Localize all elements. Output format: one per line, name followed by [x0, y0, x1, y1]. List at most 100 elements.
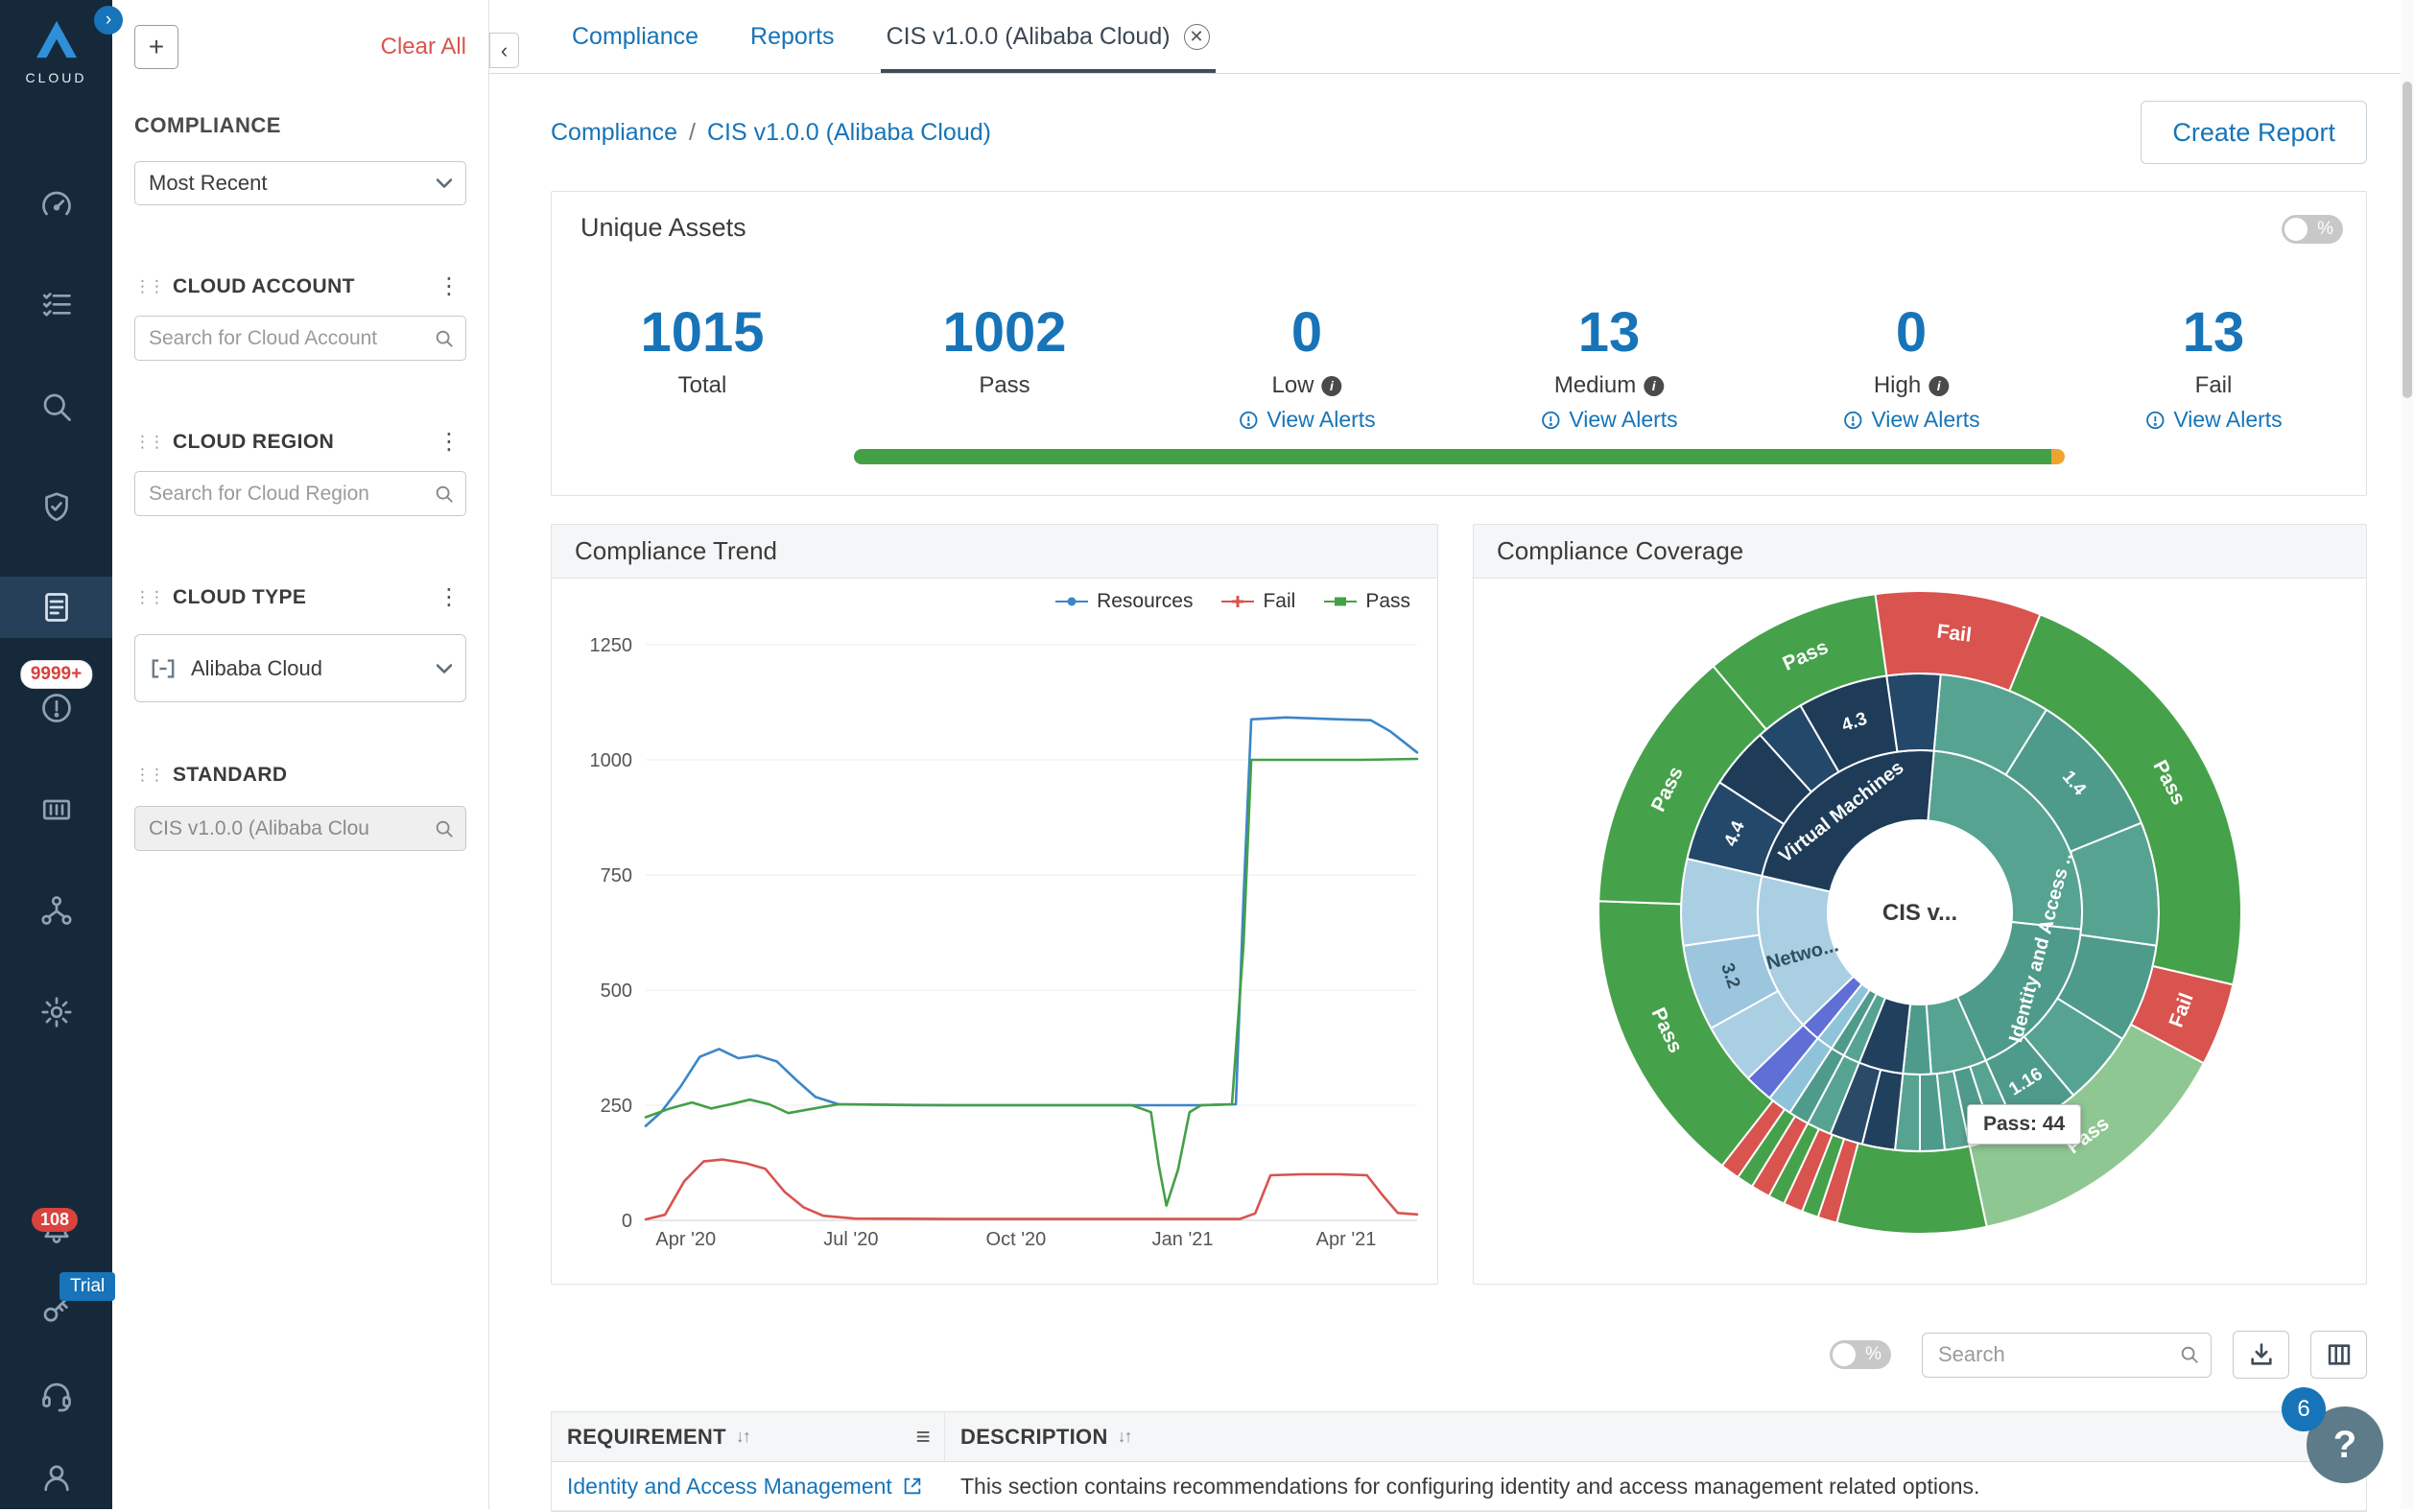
svg-text:CIS v...: CIS v...: [1882, 900, 1957, 926]
stat-value: 13: [2144, 305, 2282, 361]
unique-assets-card: Unique Assets % 1015 Total 1002 Pass 0 L…: [551, 191, 2367, 496]
svg-text:0: 0: [622, 1211, 632, 1232]
view-alerts-link[interactable]: View Alerts: [1238, 407, 1375, 433]
percent-toggle[interactable]: %: [2282, 215, 2343, 244]
drag-handle-icon[interactable]: ⋮⋮: [134, 588, 163, 607]
svg-text:750: 750: [601, 865, 632, 886]
stat-label: Fail: [2195, 372, 2233, 399]
coverage-sunburst-chart[interactable]: 1.41.163.24.44.3FailPassFailPassPassPass…: [1474, 579, 2366, 1285]
svg-text:250: 250: [601, 1096, 632, 1117]
stat-label: Total: [678, 372, 727, 399]
sidebar-item-security[interactable]: [0, 477, 112, 538]
headset-icon: [39, 1379, 74, 1413]
stat-label: Pass: [979, 372, 1030, 399]
breadcrumb-root[interactable]: Compliance: [551, 119, 677, 147]
stat-total: 1015 Total: [640, 305, 764, 399]
sidebar: CLOUD 9999+: [0, 0, 112, 1509]
standard-filter-input[interactable]: [134, 806, 466, 851]
column-menu-icon[interactable]: ≡: [916, 1422, 931, 1452]
sidebar-item-dashboard[interactable]: [0, 175, 112, 236]
gear-icon: [39, 995, 74, 1029]
alert-circle-icon: [1540, 410, 1561, 431]
notification-count-badge: 108: [32, 1208, 78, 1232]
kebab-menu-icon[interactable]: ⋮: [432, 428, 466, 456]
add-filter-button[interactable]: +: [134, 25, 178, 69]
filter-panel: + Clear All COMPLIANCE Most Recent ⋮⋮ CL…: [112, 0, 489, 1509]
compliance-doc-icon: [39, 590, 74, 625]
logo-icon: [35, 19, 79, 59]
stat-pass: 1002 Pass: [942, 305, 1066, 399]
view-alerts-link[interactable]: View Alerts: [1842, 407, 1979, 433]
column-header-requirement[interactable]: REQUIREMENT↓↑ ≡: [552, 1412, 945, 1461]
compliance-trend-card: Compliance Trend ResourcesFailPass 02505…: [551, 524, 1438, 1285]
download-button[interactable]: [2233, 1331, 2289, 1379]
cloud-type-select[interactable]: Alibaba Cloud: [134, 634, 466, 702]
expand-handle-icon[interactable]: ›: [94, 6, 123, 35]
info-icon[interactable]: i: [1644, 376, 1664, 396]
clear-all-link[interactable]: Clear All: [381, 34, 466, 60]
breadcrumb-current[interactable]: CIS v1.0.0 (Alibaba Cloud): [707, 119, 991, 147]
svg-text:1250: 1250: [590, 635, 633, 656]
kebab-menu-icon[interactable]: ⋮: [432, 583, 466, 611]
sidebar-item-network[interactable]: [0, 880, 112, 941]
sidebar-item-compliance[interactable]: [0, 577, 112, 638]
search-icon: [434, 484, 455, 505]
sort-icon[interactable]: ↓↑: [1118, 1427, 1131, 1447]
columns-icon: [2326, 1341, 2353, 1368]
svg-text:Fail: Fail: [1935, 621, 1973, 647]
scrollbar-thumb[interactable]: [2402, 82, 2412, 398]
sidebar-item-settings[interactable]: [0, 981, 112, 1043]
drag-handle-icon[interactable]: ⋮⋮: [134, 277, 163, 296]
sidebar-item-checklist[interactable]: [0, 273, 112, 335]
main-content: Compliance Reports CIS v1.0.0 (Alibaba C…: [489, 0, 2414, 1509]
progress-fail: [2051, 449, 2065, 464]
cloud-account-search-input[interactable]: [134, 316, 466, 361]
column-header-description[interactable]: DESCRIPTION↓↑: [945, 1412, 2366, 1461]
table-controls: %: [551, 1330, 2367, 1380]
sidebar-item-search[interactable]: [0, 376, 112, 437]
kebab-menu-icon[interactable]: ⋮: [432, 272, 466, 300]
drag-handle-icon[interactable]: ⋮⋮: [134, 433, 163, 452]
sort-select[interactable]: Most Recent: [134, 161, 466, 205]
svg-text:Jul '20: Jul '20: [823, 1229, 878, 1250]
stat-value: 1002: [942, 305, 1066, 361]
chevron-down-icon: [437, 178, 452, 188]
create-report-button[interactable]: Create Report: [2141, 101, 2367, 164]
filter-section-label: CLOUD TYPE: [173, 586, 432, 609]
card-title: Compliance Trend: [552, 525, 1437, 579]
view-alerts-link[interactable]: View Alerts: [1540, 407, 1677, 433]
columns-button[interactable]: [2310, 1331, 2367, 1379]
scrollbar[interactable]: [2401, 0, 2414, 1509]
table-search-input[interactable]: [1922, 1333, 2212, 1378]
app-logo[interactable]: CLOUD: [0, 19, 112, 85]
stat-value: 1015: [640, 305, 764, 361]
sidebar-item-profile[interactable]: [0, 1447, 112, 1508]
table-row: Identity and Access Management This sect…: [552, 1462, 2366, 1511]
search-icon: [39, 390, 74, 424]
filter-section-label: CLOUD REGION: [173, 431, 432, 454]
stat-label: Low: [1271, 372, 1314, 399]
sidebar-item-containers[interactable]: [0, 779, 112, 840]
alibaba-cloud-icon: [149, 657, 178, 680]
search-icon: [434, 328, 455, 349]
info-icon[interactable]: i: [1929, 376, 1949, 396]
info-icon[interactable]: i: [1322, 376, 1342, 396]
cloud-region-search-input[interactable]: [134, 471, 466, 516]
checklist-icon: [39, 287, 74, 321]
drag-handle-icon[interactable]: ⋮⋮: [134, 766, 163, 785]
table-percent-toggle[interactable]: %: [1830, 1340, 1891, 1369]
gauge-icon: [39, 188, 74, 223]
filter-section-cloud-type: ⋮⋮ CLOUD TYPE ⋮ Alibaba Cloud: [134, 583, 466, 702]
requirements-table: REQUIREMENT↓↑ ≡ DESCRIPTION↓↑ Identity a…: [551, 1411, 2367, 1512]
view-alerts-link[interactable]: View Alerts: [2144, 407, 2282, 433]
stat-value: 13: [1540, 305, 1677, 361]
unique-assets-title: Unique Assets: [580, 213, 746, 243]
sort-icon[interactable]: ↓↑: [736, 1427, 749, 1447]
collapse-panel-button[interactable]: ‹: [489, 33, 519, 68]
requirement-link[interactable]: Identity and Access Management: [567, 1474, 923, 1500]
table-header-row: REQUIREMENT↓↑ ≡ DESCRIPTION↓↑: [552, 1412, 2366, 1462]
toggle-knob: [1833, 1343, 1856, 1366]
sidebar-item-support[interactable]: [0, 1365, 112, 1427]
external-link-icon: [902, 1476, 923, 1497]
stat-high: 0 Highi View Alerts: [1842, 305, 1979, 433]
